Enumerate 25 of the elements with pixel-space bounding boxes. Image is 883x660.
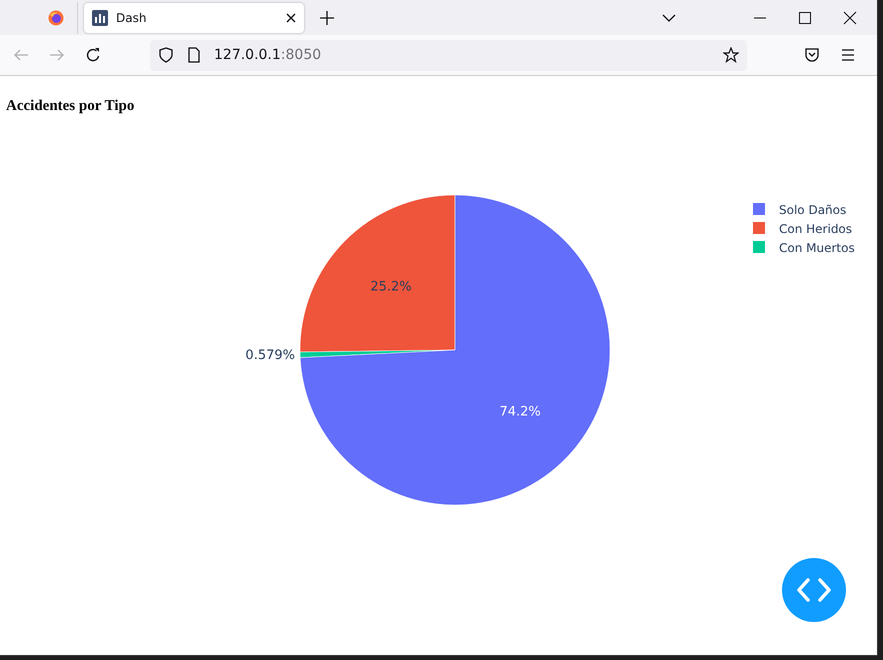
slice-label: 0.579% [245,348,295,363]
page-icon [186,47,202,63]
legend-label[interactable]: Solo Daños [779,203,846,217]
shield-icon[interactable] [158,47,174,63]
maximize-icon[interactable] [798,10,812,24]
slice-label: 74.2% [499,404,541,420]
close-icon[interactable] [843,10,857,24]
new-tab-icon[interactable] [320,10,334,24]
legend-swatch[interactable] [753,203,765,215]
browser-tab[interactable]: Dash [84,2,304,32]
reload-icon[interactable] [85,47,101,63]
code-icon [797,577,831,603]
chart-icon [92,10,108,26]
legend-swatch[interactable] [753,241,765,253]
close-tab-icon[interactable] [286,12,296,22]
menu-icon[interactable] [840,47,856,63]
pocket-icon[interactable] [804,47,820,63]
browser-logo-icon[interactable] [48,10,64,26]
legend-swatch[interactable] [753,222,765,234]
address-field[interactable]: 127.0.0.1:8050 [150,40,747,70]
star-icon[interactable] [723,47,739,63]
slice-label: 25.2% [370,279,412,294]
legend-label[interactable]: Con Heridos [779,222,852,236]
legend-label[interactable]: Con Muertos [779,241,855,255]
chart-title: Accidentes por Tipo [6,98,134,115]
